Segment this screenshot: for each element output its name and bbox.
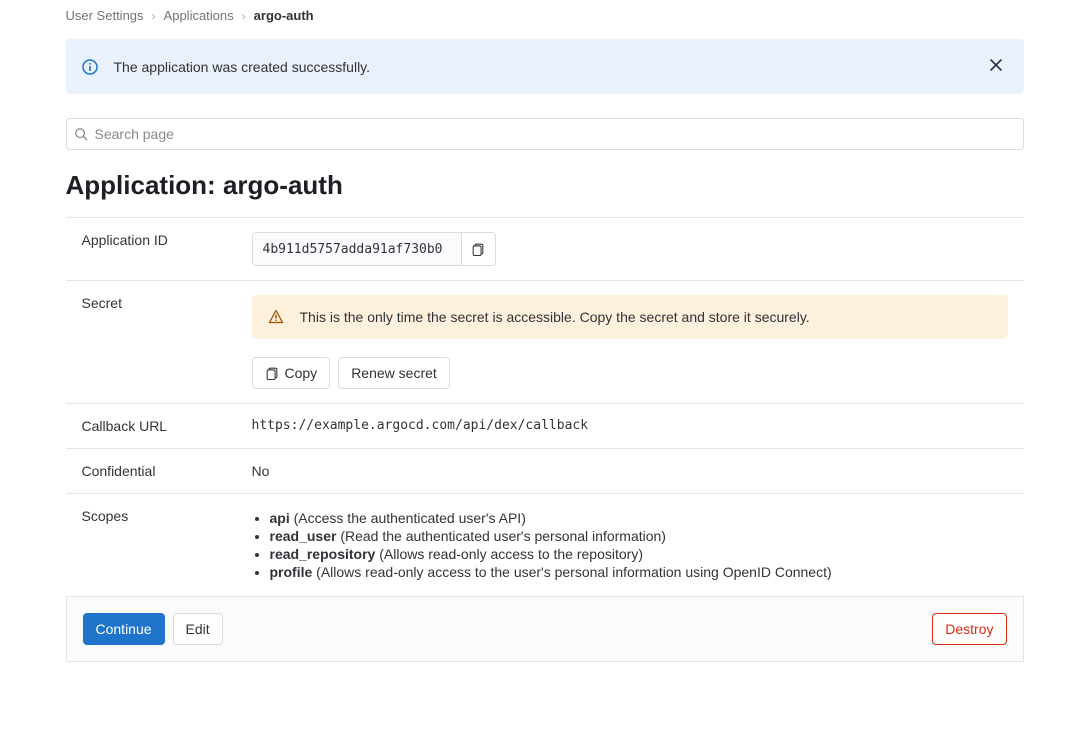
page-title: Application: argo-auth: [66, 170, 1024, 201]
clipboard-icon: [471, 242, 485, 256]
flash-success: The application was created successfully…: [66, 39, 1024, 94]
secret-warning: This is the only time the secret is acce…: [252, 295, 1008, 339]
label-secret: Secret: [66, 281, 236, 404]
copy-secret-button[interactable]: Copy: [252, 357, 331, 389]
application-id-group: [252, 232, 496, 266]
label-confidential: Confidential: [66, 449, 236, 494]
search-page: [66, 118, 1024, 150]
edit-button[interactable]: Edit: [173, 613, 223, 645]
destroy-button[interactable]: Destroy: [932, 613, 1006, 645]
breadcrumb-current: argo-auth: [254, 8, 314, 23]
secret-warning-text: This is the only time the secret is acce…: [300, 309, 810, 325]
breadcrumb-root[interactable]: User Settings: [66, 8, 144, 23]
chevron-right-icon: ›: [152, 9, 156, 23]
list-item: profile (Allows read-only access to the …: [270, 564, 1008, 580]
list-item: api (Access the authenticated user's API…: [270, 510, 1008, 526]
continue-button[interactable]: Continue: [83, 613, 165, 645]
warning-icon: [268, 309, 284, 325]
label-scopes: Scopes: [66, 494, 236, 597]
confidential-value: No: [236, 449, 1024, 494]
chevron-right-icon: ›: [242, 9, 246, 23]
label-callback-url: Callback URL: [66, 404, 236, 449]
renew-secret-button[interactable]: Renew secret: [338, 357, 450, 389]
close-icon: [988, 57, 1004, 73]
flash-message: The application was created successfully…: [114, 59, 371, 75]
label-application-id: Application ID: [66, 218, 236, 281]
callback-url-value: https://example.argocd.com/api/dex/callb…: [236, 404, 1024, 449]
application-id-field[interactable]: [253, 233, 461, 265]
close-flash-button[interactable]: [984, 53, 1008, 80]
scopes-list: api (Access the authenticated user's API…: [252, 510, 1008, 580]
clipboard-icon: [265, 366, 279, 380]
info-icon: [82, 59, 98, 75]
search-input[interactable]: [66, 118, 1024, 150]
copy-application-id-button[interactable]: [461, 233, 495, 265]
footer-actions: Continue Edit Destroy: [66, 597, 1024, 662]
breadcrumb-section[interactable]: Applications: [164, 8, 234, 23]
list-item: read_repository (Allows read-only access…: [270, 546, 1008, 562]
list-item: read_user (Read the authenticated user's…: [270, 528, 1008, 544]
breadcrumb: User Settings › Applications › argo-auth: [66, 8, 1024, 39]
